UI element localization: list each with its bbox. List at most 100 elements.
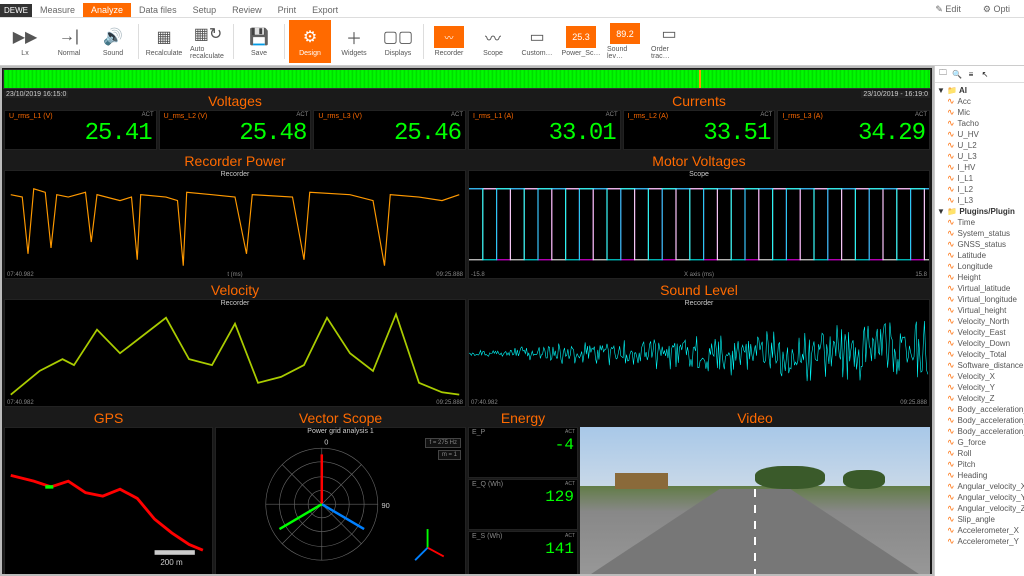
channel-body_acceleration_y[interactable]: Body_acceleration_Y	[937, 415, 1022, 426]
channel-body_acceleration_z[interactable]: Body_acceleration_Z	[937, 426, 1022, 437]
current-meter-0[interactable]: ACTI_rms_L1 (A)33.01	[468, 110, 621, 150]
gps-title: GPS	[4, 409, 213, 427]
channel-software_distance[interactable]: Software_distance	[937, 360, 1022, 371]
velocity-chart[interactable]: Recorder 07:40.982 09:25.888	[4, 299, 466, 408]
ribbon-design[interactable]: ⚙Design	[289, 20, 331, 63]
search-icon[interactable]: 🔍	[951, 68, 963, 80]
channel-i_hv[interactable]: I_HV	[937, 162, 1022, 173]
channel-pitch[interactable]: Pitch	[937, 459, 1022, 470]
ribbon-sound-lev-[interactable]: 89.2Sound lev…	[604, 20, 646, 63]
ribbon-save[interactable]: 💾Save	[238, 20, 280, 63]
energy-meter-0[interactable]: ACTE_P-4	[468, 427, 578, 478]
channel-accelerometer_y[interactable]: Accelerometer_Y	[937, 536, 1022, 547]
channel-velocity_x[interactable]: Velocity_X	[937, 371, 1022, 382]
ribbon-power_sc-[interactable]: 25.3Power_Sc…	[560, 20, 602, 63]
tab-analyze[interactable]: Analyze	[83, 3, 131, 17]
voltages-panel: Voltages ACTU_rms_L1 (V)25.41ACTU_rms_L2…	[4, 92, 466, 150]
channel-acc[interactable]: Acc	[937, 96, 1022, 107]
velocity-panel: Velocity Recorder 07:40.982 09:25.888	[4, 281, 466, 408]
folder-icon[interactable]: 🗀	[937, 68, 949, 80]
ribbon-order-trac-[interactable]: ▭Order trac…	[648, 20, 690, 63]
chart-subtitle: Recorder	[685, 300, 714, 307]
ribbon-custom-[interactable]: ▭Custom…	[516, 20, 558, 63]
channel-virtual_latitude[interactable]: Virtual_latitude	[937, 283, 1022, 294]
channel-accelerometer_x[interactable]: Accelerometer_X	[937, 525, 1022, 536]
tab-setup[interactable]: Setup	[185, 3, 225, 17]
channel-i_l2[interactable]: I_L2	[937, 184, 1022, 195]
channel-virtual_longitude[interactable]: Virtual_longitude	[937, 294, 1022, 305]
channel-i_l3[interactable]: I_L3	[937, 195, 1022, 206]
sound-chart[interactable]: Recorder 07:40.982 09:25.888	[468, 299, 930, 408]
motor-voltages-chart[interactable]: Scope -15.8 15.8 X axis (ms)	[468, 170, 930, 279]
channel-velocity_down[interactable]: Velocity_Down	[937, 338, 1022, 349]
voltages-title: Voltages	[4, 92, 466, 110]
ribbon-displays[interactable]: ▢▢Displays	[377, 20, 419, 63]
energy-meter-2[interactable]: ACTE_S (Wh)141	[468, 531, 578, 574]
channel-angular_velocity_x[interactable]: Angular_velocity_X	[937, 481, 1022, 492]
channel-g_force[interactable]: G_force	[937, 437, 1022, 448]
channel-latitude[interactable]: Latitude	[937, 250, 1022, 261]
ribbon-auto-recalculate[interactable]: ▦↻Auto recalculate	[187, 20, 229, 63]
tab-datafiles[interactable]: Data files	[131, 3, 185, 17]
vector-scope[interactable]: Power grid analysis 1 f = 275 Hz m = 1	[215, 427, 466, 574]
energy-meter-1[interactable]: ACTE_Q (Wh)129	[468, 479, 578, 530]
channel-u_hv[interactable]: U_HV	[937, 129, 1022, 140]
tab-print[interactable]: Print	[270, 3, 305, 17]
channel-velocity_total[interactable]: Velocity_Total	[937, 349, 1022, 360]
recorder-power-chart[interactable]: Recorder 07:40.982 09:25.888 t (ms)	[4, 170, 466, 279]
tab-review[interactable]: Review	[224, 3, 270, 17]
channel-tacho[interactable]: Tacho	[937, 118, 1022, 129]
file-tab[interactable]: DEWE	[0, 4, 32, 17]
ribbon-recorder[interactable]: 〰Recorder	[428, 20, 470, 63]
edit-link[interactable]: ✎ Edit	[927, 2, 969, 17]
voltage-meter-1[interactable]: ACTU_rms_L2 (V)25.48	[159, 110, 312, 150]
channel-mic[interactable]: Mic	[937, 107, 1022, 118]
channel-time[interactable]: Time	[937, 217, 1022, 228]
chart-subtitle: Recorder	[221, 171, 250, 178]
chart-subtitle: Recorder	[221, 300, 250, 307]
channel-body_acceleration_x[interactable]: Body_acceleration_X	[937, 404, 1022, 415]
timeline-overview[interactable]: 23/10/2019 16:15:0 23/10/2019 - 16:19:0	[3, 69, 931, 89]
voltage-meter-0[interactable]: ACTU_rms_L1 (V)25.41	[4, 110, 157, 150]
channel-velocity_y[interactable]: Velocity_Y	[937, 382, 1022, 393]
video-view[interactable]	[580, 427, 930, 574]
ribbon-scope[interactable]: 〰Scope	[472, 20, 514, 63]
channel-height[interactable]: Height	[937, 272, 1022, 283]
sound-title: Sound Level	[468, 281, 930, 299]
voltage-meter-2[interactable]: ACTU_rms_L3 (V)25.46	[313, 110, 466, 150]
ribbon-normal[interactable]: →|Normal	[48, 20, 90, 63]
channel-velocity_z[interactable]: Velocity_Z	[937, 393, 1022, 404]
channel-u_l3[interactable]: U_L3	[937, 151, 1022, 162]
tree-group-plugins-plugin[interactable]: ▼ 📁 Plugins/Plugin	[937, 206, 1022, 217]
svg-text:0: 0	[324, 437, 328, 446]
tab-measure[interactable]: Measure	[32, 3, 83, 17]
channel-velocity_north[interactable]: Velocity_North	[937, 316, 1022, 327]
chart-subtitle: Scope	[689, 171, 709, 178]
channel-i_l1[interactable]: I_L1	[937, 173, 1022, 184]
current-meter-1[interactable]: ACTI_rms_L2 (A)33.51	[623, 110, 776, 150]
ribbon-widgets[interactable]: ＋Widgets	[333, 20, 375, 63]
list-icon[interactable]: ≡	[965, 68, 977, 80]
channel-angular_velocity_z[interactable]: Angular_velocity_Z	[937, 503, 1022, 514]
channel-system_status[interactable]: System_status	[937, 228, 1022, 239]
ribbon-recalculate[interactable]: ▦Recalculate	[143, 20, 185, 63]
tab-export[interactable]: Export	[304, 3, 346, 17]
channel-slip_angle[interactable]: Slip_angle	[937, 514, 1022, 525]
channel-angular_velocity_y[interactable]: Angular_velocity_Y	[937, 492, 1022, 503]
ribbon-sound[interactable]: 🔊Sound	[92, 20, 134, 63]
menu-tabs: DEWE Measure Analyze Data files Setup Re…	[0, 0, 1024, 18]
cursor-icon[interactable]: ↖	[979, 68, 991, 80]
channel-velocity_east[interactable]: Velocity_East	[937, 327, 1022, 338]
options-link[interactable]: ⚙ Opti	[975, 2, 1018, 17]
channel-longitude[interactable]: Longitude	[937, 261, 1022, 272]
current-meter-2[interactable]: ACTI_rms_L3 (A)34.29	[777, 110, 930, 150]
channel-list[interactable]: 🗀 🔍 ≡ ↖ ▼ 📁 AIAccMicTachoU_HVU_L2U_L3I_H…	[934, 66, 1024, 576]
channel-heading[interactable]: Heading	[937, 470, 1022, 481]
ribbon-lx[interactable]: ▶▶Lx	[4, 20, 46, 63]
channel-roll[interactable]: Roll	[937, 448, 1022, 459]
gps-map[interactable]: 200 m	[4, 427, 213, 574]
channel-gnss_status[interactable]: GNSS_status	[937, 239, 1022, 250]
tree-group-ai[interactable]: ▼ 📁 AI	[937, 85, 1022, 96]
channel-u_l2[interactable]: U_L2	[937, 140, 1022, 151]
channel-virtual_height[interactable]: Virtual_height	[937, 305, 1022, 316]
